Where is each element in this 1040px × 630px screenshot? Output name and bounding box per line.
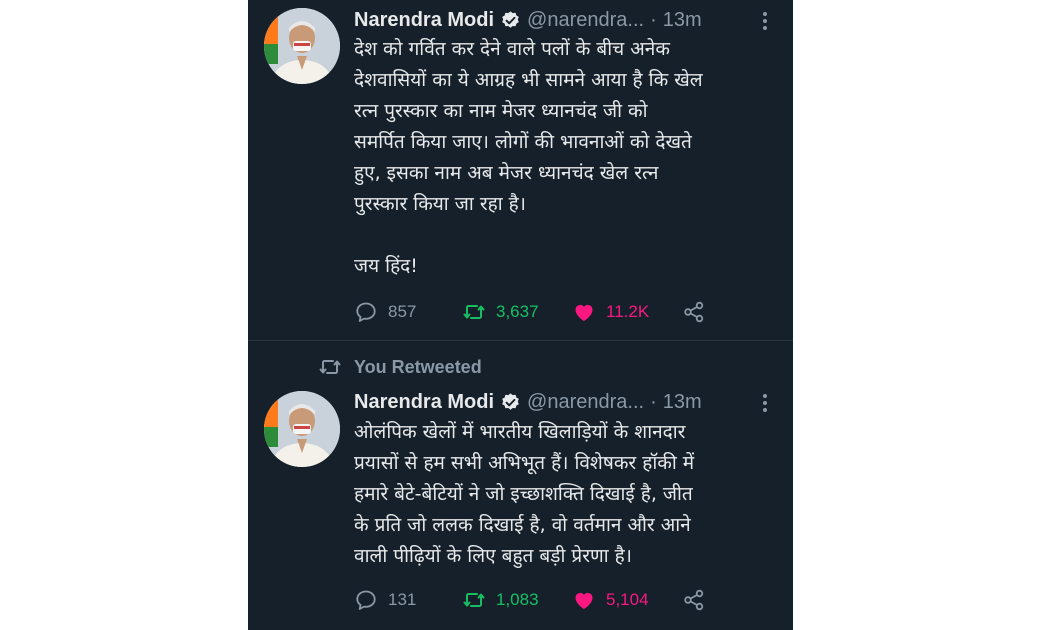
reply-count: 857 bbox=[388, 302, 417, 321]
retweet-icon bbox=[319, 360, 341, 374]
timeline: Narendra Modi @narendra... · 13m देश को … bbox=[248, 0, 793, 630]
avatar[interactable] bbox=[264, 8, 340, 84]
tweet[interactable]: Narendra Modi @narendra... · 13m देश को … bbox=[248, 0, 793, 340]
more-options-icon[interactable] bbox=[757, 9, 773, 33]
author-name[interactable]: Narendra Modi bbox=[354, 9, 494, 32]
reply-icon bbox=[356, 590, 376, 610]
author-handle[interactable]: @narendra... bbox=[527, 391, 644, 414]
reply-button[interactable]: 131 bbox=[354, 586, 416, 614]
retweeted-banner: You Retweeted bbox=[318, 355, 482, 379]
like-count: 5,104 bbox=[606, 590, 649, 609]
share-icon bbox=[684, 301, 704, 323]
avatar-image bbox=[264, 8, 340, 84]
author-handle[interactable]: @narendra... bbox=[527, 9, 644, 32]
retweet-count: 3,637 bbox=[496, 302, 539, 321]
separator: · bbox=[650, 390, 657, 413]
retweet-button[interactable]: 1,083 bbox=[462, 586, 539, 614]
timestamp[interactable]: 13m bbox=[663, 391, 702, 414]
tweet-text: ओलंपिक खेलों में भारतीय खिलाड़ियों के शा… bbox=[354, 421, 695, 567]
share-button[interactable] bbox=[682, 586, 706, 614]
like-button[interactable]: 5,104 bbox=[572, 586, 649, 614]
verified-icon bbox=[502, 392, 519, 410]
like-button[interactable]: 11.2K bbox=[572, 298, 649, 326]
avatar-image bbox=[264, 391, 340, 467]
like-count: 11.2K bbox=[606, 302, 650, 321]
reply-count: 131 bbox=[388, 590, 417, 609]
tweet-header: Narendra Modi @narendra... · 13m bbox=[354, 7, 774, 33]
tweet-text: देश को गर्वित कर देने वाले पलों के बीच अ… bbox=[354, 38, 703, 277]
avatar[interactable] bbox=[264, 391, 340, 467]
tweet-actions: 857 3,637 11.2K bbox=[354, 298, 774, 326]
retweet-count: 1,083 bbox=[496, 590, 539, 609]
tweet[interactable]: You Retweeted Narendra Modi @narendra... bbox=[248, 341, 793, 630]
author-name[interactable]: Narendra Modi bbox=[354, 391, 494, 414]
reply-button[interactable]: 857 bbox=[354, 298, 416, 326]
retweet-button[interactable]: 3,637 bbox=[462, 298, 539, 326]
tweet-header: Narendra Modi @narendra... · 13m bbox=[354, 389, 774, 415]
retweet-icon bbox=[463, 305, 485, 319]
separator: · bbox=[650, 8, 657, 31]
heart-icon bbox=[575, 592, 593, 609]
more-options-icon[interactable] bbox=[757, 391, 773, 415]
tweet-actions: 131 1,083 5,104 bbox=[354, 586, 774, 614]
retweet-icon bbox=[463, 593, 485, 607]
share-button[interactable] bbox=[682, 298, 706, 326]
reply-icon bbox=[356, 302, 376, 322]
heart-icon bbox=[575, 304, 593, 321]
verified-icon bbox=[502, 10, 519, 28]
share-icon bbox=[684, 589, 704, 611]
retweeted-label: You Retweeted bbox=[354, 356, 482, 377]
timestamp[interactable]: 13m bbox=[663, 9, 702, 32]
